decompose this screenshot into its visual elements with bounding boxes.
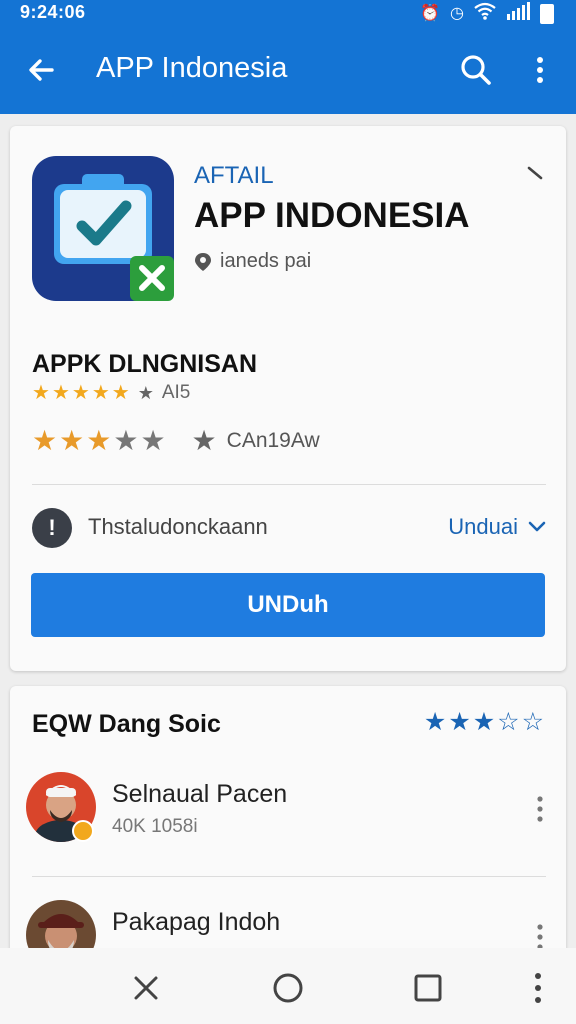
star-outline-icon: ☆ bbox=[497, 708, 520, 736]
info-alert-icon: ! bbox=[32, 508, 72, 548]
star-icon: ★ bbox=[91, 382, 110, 404]
more-vert-icon[interactable] bbox=[534, 794, 546, 824]
developer-name: ianeds pai bbox=[220, 250, 312, 272]
star-icon: ★ bbox=[423, 708, 447, 736]
chevron-down-icon bbox=[528, 521, 546, 532]
star-icon: ★ bbox=[32, 424, 58, 456]
wifi-icon bbox=[474, 2, 496, 26]
star-outline-icon: ★ bbox=[191, 425, 217, 456]
rating-score: AI5 bbox=[161, 382, 191, 403]
more-vert-icon[interactable] bbox=[522, 50, 558, 90]
developer-row[interactable]: ianeds pai bbox=[194, 250, 311, 273]
reviewer-name: Pakapag Indoh bbox=[112, 908, 281, 936]
close-icon[interactable] bbox=[124, 966, 168, 1010]
star-outline-icon: ☆ bbox=[521, 708, 544, 736]
star-small-icon: ★ bbox=[137, 382, 154, 403]
status-time: 9:24:06 bbox=[20, 2, 86, 22]
reviews-stars: ★ ★ ★ ☆ ☆ bbox=[424, 710, 544, 735]
review-item[interactable]: Selnaual Pacen 40K 1058i bbox=[26, 772, 550, 852]
star-icon: ★ bbox=[71, 382, 90, 404]
reviewer-name: Selnaual Pacen bbox=[112, 780, 288, 808]
divider bbox=[32, 484, 546, 485]
info-row: ! Thstaludonckaann Unduai bbox=[32, 506, 546, 548]
reviews-title: EQW Dang Soic bbox=[32, 710, 221, 738]
star-icon: ★ bbox=[140, 424, 166, 456]
rating-score-stars: ★ ★ ★ ★ ★ bbox=[32, 383, 130, 403]
back-arrow-icon[interactable] bbox=[22, 50, 62, 90]
star-icon: ★ bbox=[113, 424, 139, 456]
app-bar-title: APP Indonesia bbox=[96, 52, 288, 84]
more-vert-icon[interactable] bbox=[516, 966, 560, 1010]
collapse-icon[interactable] bbox=[526, 164, 544, 182]
rating-title: APPK DLNGNISAN bbox=[32, 350, 258, 378]
signal-icon bbox=[506, 2, 530, 26]
rating-count-row: ★ ★ ★ ★ ★ ★ CAn19Aw bbox=[32, 424, 320, 457]
review-meta: 40K 1058i bbox=[112, 816, 198, 837]
clock-icon: ◷ bbox=[450, 5, 464, 22]
star-icon: ★ bbox=[86, 424, 112, 456]
status-icons: ⏰ ◷ bbox=[420, 2, 554, 26]
recents-square-icon[interactable] bbox=[406, 966, 450, 1010]
rating-score-row: ★ ★ ★ ★ ★ ★ AI5 bbox=[32, 382, 190, 404]
app-name: APP INDONESIA bbox=[194, 196, 470, 235]
star-icon: ★ bbox=[111, 382, 130, 404]
info-link-label: Unduai bbox=[448, 514, 518, 539]
battery-icon bbox=[540, 4, 554, 24]
divider bbox=[32, 876, 546, 877]
install-button[interactable]: UNDuh bbox=[31, 573, 545, 637]
app-bar: APP Indonesia bbox=[0, 26, 576, 114]
info-link[interactable]: Unduai bbox=[448, 514, 546, 540]
rating-count-stars: ★ ★ ★ ★ ★ bbox=[32, 424, 166, 456]
star-icon: ★ bbox=[32, 382, 50, 404]
person-pin-icon bbox=[195, 252, 211, 271]
rating-count: CAn19Aw bbox=[226, 428, 320, 452]
alarm-icon: ⏰ bbox=[420, 5, 441, 22]
status-bar: 9:24:06 ⏰ ◷ bbox=[0, 0, 576, 26]
search-icon[interactable] bbox=[456, 50, 496, 90]
system-nav-bar bbox=[0, 948, 576, 1024]
verified-badge-icon bbox=[72, 820, 94, 842]
star-icon: ★ bbox=[59, 424, 85, 456]
star-icon: ★ bbox=[472, 708, 496, 736]
star-icon: ★ bbox=[448, 708, 471, 736]
home-circle-icon[interactable] bbox=[266, 966, 310, 1010]
app-detail-card: AFTAIL APP INDONESIA ianeds pai APPK DLN… bbox=[10, 126, 566, 671]
info-text: Thstaludonckaann bbox=[88, 514, 268, 539]
star-icon: ★ bbox=[51, 382, 70, 404]
app-category: AFTAIL bbox=[194, 162, 274, 189]
checkbox-clipboard-icon bbox=[32, 156, 174, 301]
